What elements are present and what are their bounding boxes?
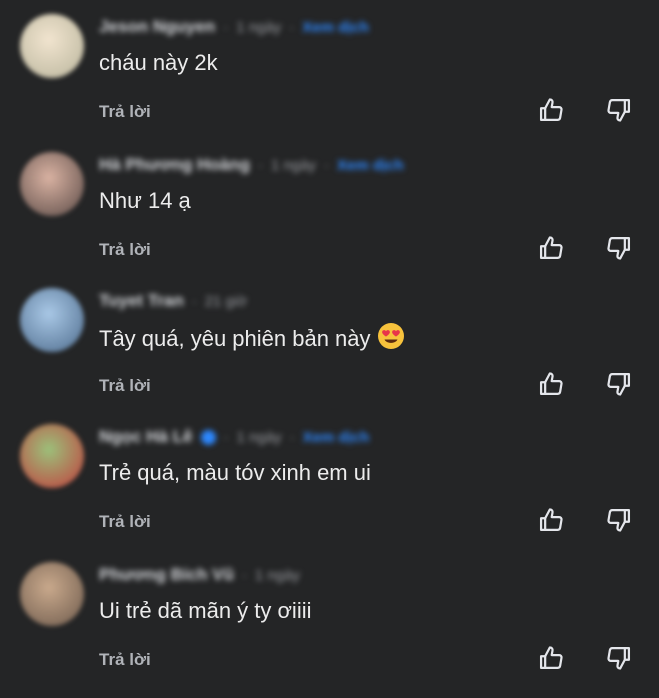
dislike-button[interactable]: [599, 90, 639, 130]
comment-meta: Ngọc Hà Lê · 1 ngày · Xem dịch: [99, 426, 369, 448]
like-button[interactable]: [531, 90, 571, 130]
comment-text: Như 14 ạ: [99, 186, 191, 216]
dislike-button[interactable]: [599, 364, 639, 404]
dislike-button[interactable]: [599, 228, 639, 268]
separator: ·: [223, 18, 229, 36]
separator: ·: [289, 18, 295, 36]
reply-button[interactable]: Trả lời: [99, 650, 151, 670]
thumbs-up-icon: [539, 98, 563, 122]
avatar[interactable]: [20, 152, 84, 216]
like-button[interactable]: [531, 500, 571, 540]
see-translation-link[interactable]: Xem dịch: [303, 429, 370, 446]
comment-item: Tuyet Tran · 21 giờ Tây quá, yêu phiên b…: [0, 288, 659, 424]
reply-button[interactable]: Trả lời: [99, 240, 151, 260]
reply-button[interactable]: Trả lời: [99, 512, 151, 532]
thumbs-up-icon: [539, 236, 563, 260]
thumbs-down-icon: [607, 646, 631, 670]
verified-badge-icon: [200, 429, 216, 445]
author-name[interactable]: Jeson Nguyen: [99, 17, 215, 37]
separator: ·: [191, 292, 197, 310]
like-button[interactable]: [531, 364, 571, 404]
author-name[interactable]: Tuyet Tran: [99, 291, 184, 311]
avatar[interactable]: [20, 288, 84, 352]
comment-item: Phương Bích Vũ · 1 ngày Ui trẻ dã mãn ý …: [0, 562, 659, 698]
see-translation-link[interactable]: Xem dịch: [302, 19, 369, 36]
comment-text: Ui trẻ dã mãn ý ty ơiiii: [99, 596, 311, 626]
comment-text: Trẻ quá, màu tóv xinh em ui: [99, 458, 371, 488]
comment-meta: Phương Bích Vũ · 1 ngày: [99, 564, 300, 586]
comment-text: cháu này 2k: [99, 48, 218, 78]
comment-meta: Tuyet Tran · 21 giờ: [99, 290, 247, 312]
like-button[interactable]: [531, 638, 571, 678]
comment-meta: Jeson Nguyen · 1 ngày · Xem dịch: [99, 16, 369, 38]
timestamp: 1 ngày: [236, 428, 282, 446]
dislike-button[interactable]: [599, 638, 639, 678]
comment-text: Tây quá, yêu phiên bản này: [99, 322, 405, 358]
timestamp: 1 ngày: [236, 18, 282, 36]
author-name[interactable]: Phương Bích Vũ: [99, 565, 234, 585]
comment-meta: Hà Phương Hoàng · 1 ngày · Xem dịch: [99, 154, 404, 176]
timestamp: 21 giờ: [204, 292, 248, 310]
thumbs-down-icon: [607, 508, 631, 532]
comment-text-body: Tây quá, yêu phiên bản này: [99, 326, 371, 351]
see-translation-link[interactable]: Xem dịch: [337, 157, 404, 174]
emoji: [377, 322, 405, 358]
like-button[interactable]: [531, 228, 571, 268]
reply-button[interactable]: Trả lời: [99, 376, 151, 396]
thumbs-up-icon: [539, 372, 563, 396]
timestamp: 1 ngày: [254, 566, 300, 584]
author-name[interactable]: Hà Phương Hoàng: [99, 155, 250, 175]
comment-item: Jeson Nguyen · 1 ngày · Xem dịch cháu nà…: [0, 14, 659, 150]
comment-item: Hà Phương Hoàng · 1 ngày · Xem dịch Như …: [0, 152, 659, 288]
thumbs-down-icon: [607, 372, 631, 396]
thumbs-down-icon: [607, 98, 631, 122]
separator: ·: [289, 428, 295, 446]
separator: ·: [324, 156, 329, 174]
thumbs-up-icon: [539, 646, 563, 670]
author-name[interactable]: Ngọc Hà Lê: [99, 427, 193, 447]
dislike-button[interactable]: [599, 500, 639, 540]
comment-text-body: Ui trẻ dã mãn ý ty ơiiii: [99, 598, 312, 623]
comment-text-body: cháu này 2k: [99, 50, 218, 75]
thumbs-up-icon: [539, 508, 563, 532]
comment-item: Ngọc Hà Lê · 1 ngày · Xem dịch Trẻ quá, …: [0, 424, 659, 560]
comment-text-body: Trẻ quá, màu tóv xinh em ui: [99, 460, 371, 485]
heart-eyes-emoji: [377, 323, 404, 349]
separator: ·: [241, 566, 247, 584]
separator: ·: [257, 156, 263, 174]
avatar[interactable]: [20, 562, 84, 626]
thumbs-down-icon: [607, 236, 631, 260]
comment-text-body: Như 14 ạ: [99, 188, 191, 213]
reply-button[interactable]: Trả lời: [99, 102, 151, 122]
avatar[interactable]: [20, 424, 84, 488]
avatar[interactable]: [20, 14, 84, 78]
separator: ·: [223, 428, 229, 446]
timestamp: 1 ngày: [270, 156, 316, 174]
